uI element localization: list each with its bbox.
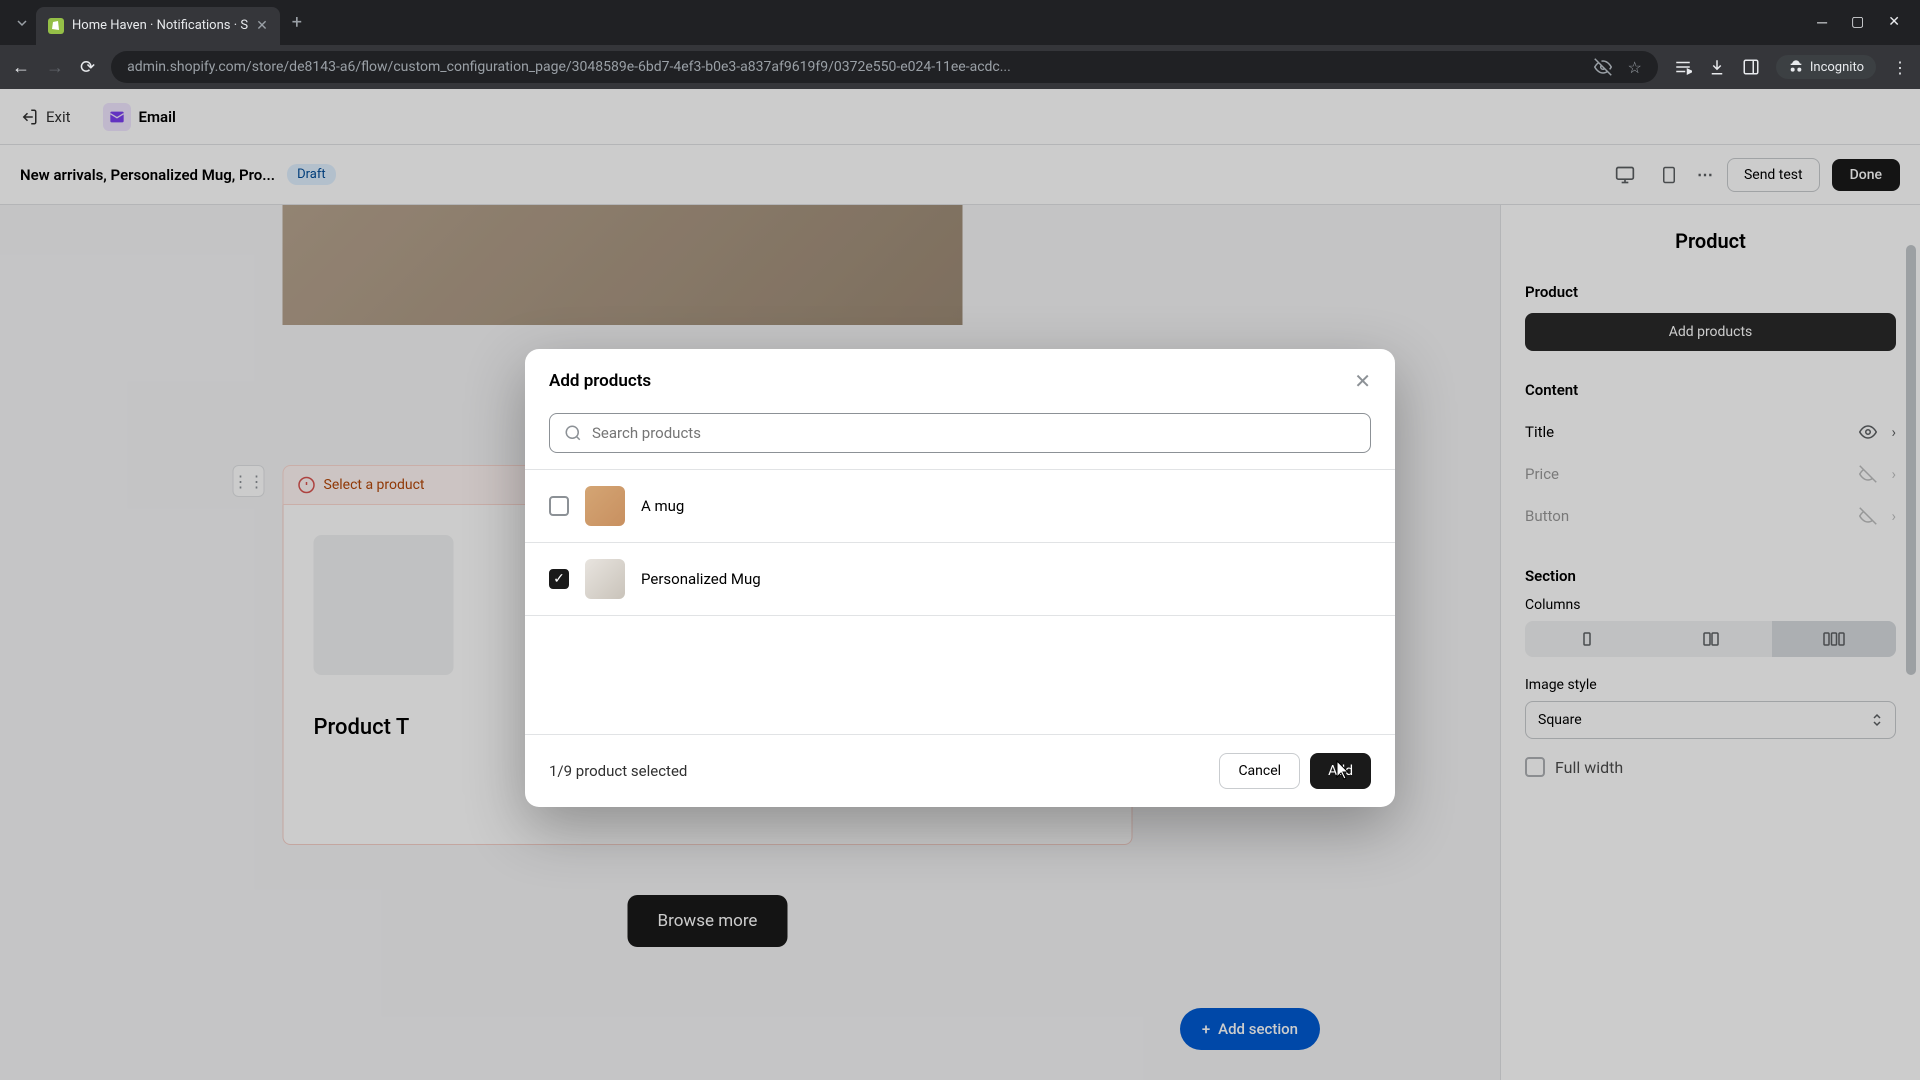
modal-title: Add products: [549, 371, 651, 391]
product-row[interactable]: A mug: [525, 470, 1395, 543]
sidepanel-icon[interactable]: [1742, 58, 1760, 76]
product-row[interactable]: ✓ Personalized Mug: [525, 543, 1395, 616]
window-controls: ─ ▢ ✕: [1817, 14, 1912, 31]
add-button-label: Add: [1328, 763, 1353, 779]
modal-footer: 1/9 product selected Cancel Add: [525, 734, 1395, 807]
modal-close-button[interactable]: ✕: [1354, 369, 1371, 393]
new-tab-button[interactable]: +: [292, 12, 302, 33]
selection-count: 1/9 product selected: [549, 762, 687, 780]
url-bar[interactable]: admin.shopify.com/store/de8143-a6/flow/c…: [111, 51, 1658, 83]
tab-dropdown-icon[interactable]: [8, 9, 36, 37]
product-thumb: [585, 559, 625, 599]
modal-header: Add products ✕: [525, 349, 1395, 413]
product-thumb: [585, 486, 625, 526]
eye-off-icon[interactable]: [1594, 58, 1612, 77]
product-name: Personalized Mug: [641, 570, 761, 588]
shopify-favicon-icon: [48, 18, 64, 34]
incognito-label: Incognito: [1810, 60, 1864, 75]
browser-toolbar: ← → ⟳ admin.shopify.com/store/de8143-a6/…: [0, 45, 1920, 89]
close-tab-icon[interactable]: ✕: [256, 18, 268, 34]
forward-icon: →: [46, 57, 64, 78]
incognito-badge[interactable]: Incognito: [1776, 55, 1876, 79]
product-name: A mug: [641, 497, 684, 515]
playlist-icon[interactable]: [1674, 58, 1692, 76]
search-icon: [564, 424, 582, 442]
add-products-modal: Add products ✕ A mug ✓ Personalized Mug: [525, 349, 1395, 807]
url-text: admin.shopify.com/store/de8143-a6/flow/c…: [127, 59, 1581, 75]
reload-icon[interactable]: ⟳: [80, 57, 95, 78]
product-checkbox[interactable]: [549, 496, 569, 516]
browser-tab[interactable]: Home Haven · Notifications · S ✕: [36, 7, 280, 45]
back-icon[interactable]: ←: [12, 57, 30, 78]
modal-overlay[interactable]: Add products ✕ A mug ✓ Personalized Mug: [0, 89, 1920, 1080]
close-window-icon[interactable]: ✕: [1888, 14, 1900, 31]
browser-tab-bar: Home Haven · Notifications · S ✕ + ─ ▢ ✕: [0, 0, 1920, 45]
download-icon[interactable]: [1708, 58, 1726, 76]
minimize-icon[interactable]: ─: [1817, 14, 1827, 31]
maximize-icon[interactable]: ▢: [1851, 14, 1864, 31]
product-list: A mug ✓ Personalized Mug: [525, 469, 1395, 616]
tab-title: Home Haven · Notifications · S: [72, 18, 248, 33]
product-checkbox[interactable]: ✓: [549, 569, 569, 589]
star-icon[interactable]: ☆: [1628, 58, 1642, 77]
kebab-icon[interactable]: ⋮: [1892, 58, 1908, 77]
search-input[interactable]: [592, 424, 1356, 442]
search-field[interactable]: [549, 413, 1371, 453]
modal-body: A mug ✓ Personalized Mug: [525, 413, 1395, 734]
cancel-button[interactable]: Cancel: [1219, 753, 1300, 789]
add-button[interactable]: Add: [1310, 753, 1371, 789]
